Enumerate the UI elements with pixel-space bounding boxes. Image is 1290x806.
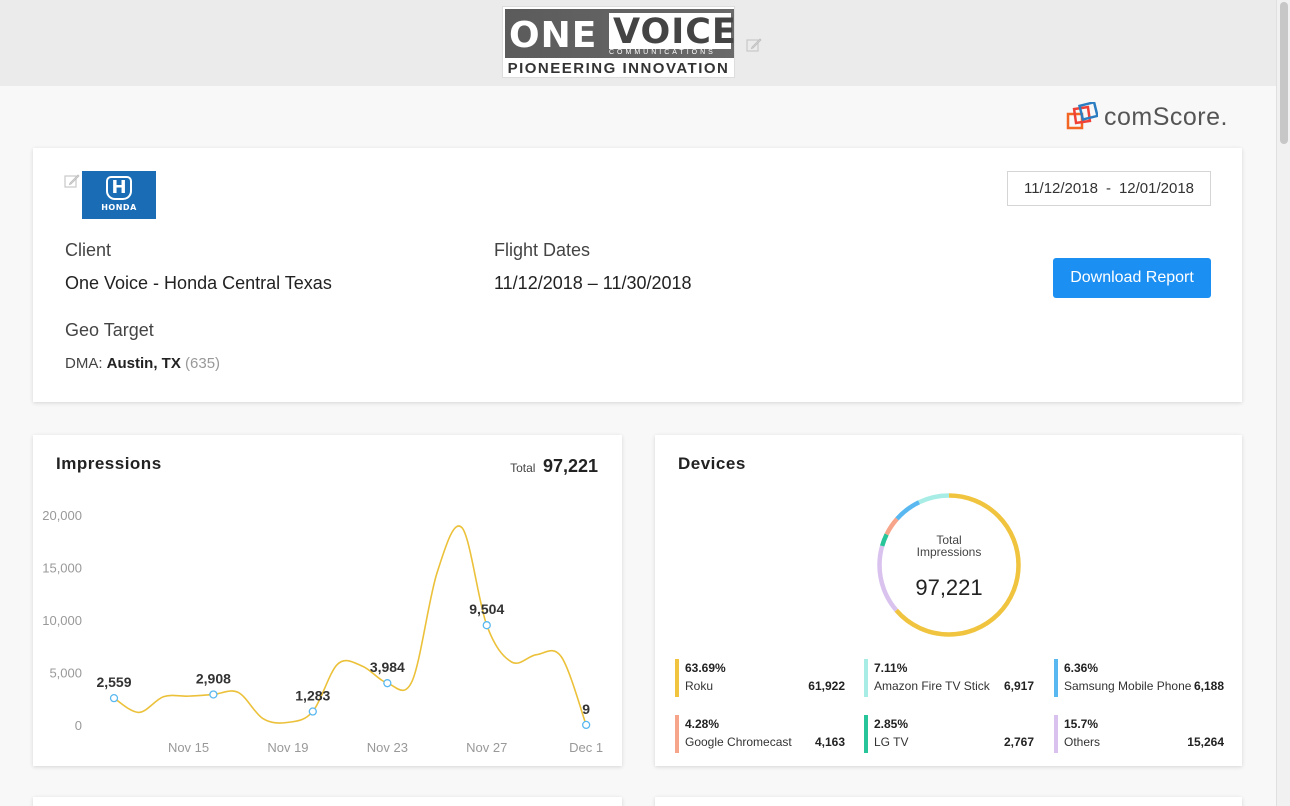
donut-label-line2: Impressions: [916, 545, 982, 559]
logo-voice-text: VOICE: [613, 12, 737, 52]
devices-card: Devices Total Impressions 97,221 63.69% R…: [655, 435, 1242, 766]
device-legend-item: 7.11% Amazon Fire TV Stick 6,917: [864, 659, 1034, 697]
dma-value: DMA: Austin, TX (635): [65, 355, 220, 372]
honda-h-icon: H: [106, 176, 132, 200]
legend-device-name: Google Chromecast: [685, 735, 792, 749]
legend-color-swatch: [864, 659, 868, 697]
impressions-series-line: [113, 525, 587, 726]
y-tick-label: 5,000: [49, 666, 82, 681]
x-tick-label: Nov 19: [267, 740, 308, 755]
data-point-label: 1,283: [295, 688, 330, 704]
device-legend-item: 6.36% Samsung Mobile Phone 6,188: [1054, 659, 1224, 697]
logo-tagline: PIONEERING INNOVATION: [507, 60, 730, 77]
y-tick-label: 20,000: [42, 508, 82, 523]
data-point-label: 2,908: [196, 670, 231, 686]
honda-logo: H HONDA: [82, 171, 156, 219]
legend-count: 61,922: [808, 679, 845, 693]
edit-logo-icon[interactable]: [746, 37, 762, 53]
device-legend-item: 4.28% Google Chromecast 4,163: [675, 715, 845, 753]
data-point-marker[interactable]: [482, 621, 491, 630]
dma-prefix: DMA:: [65, 355, 103, 372]
legend-percent: 6.36%: [1064, 661, 1099, 675]
data-point-marker[interactable]: [383, 679, 392, 688]
data-point-marker[interactable]: [582, 720, 591, 730]
donut-center-value: 97,221: [915, 575, 983, 600]
device-legend-item: 15.7% Others 15,264: [1054, 715, 1224, 753]
legend-count: 6,188: [1193, 679, 1224, 693]
y-tick-label: 0: [75, 718, 82, 733]
legend-percent: 2.85%: [874, 717, 909, 731]
edit-brand-logo-icon[interactable]: [64, 173, 80, 189]
dma-market: Austin, TX: [106, 355, 181, 372]
legend-device-name: Roku: [685, 679, 714, 693]
header-bar: ONE VOICE COMMUNICATIONS PIONEERING INNO…: [0, 0, 1276, 86]
geo-target-label: Geo Target: [65, 320, 154, 340]
data-point-marker[interactable]: [109, 693, 119, 703]
device-legend-item: 63.69% Roku 61,922: [675, 659, 845, 697]
data-point-marker[interactable]: [308, 707, 317, 716]
legend-color-swatch: [864, 715, 868, 753]
donut-center-label: Total Impressions: [875, 534, 1023, 558]
y-tick-label: 10,000: [42, 613, 82, 628]
legend-count: 6,917: [1003, 679, 1034, 693]
x-tick-label: Nov 23: [367, 740, 408, 755]
legend-device-name: Amazon Fire TV Stick: [874, 679, 990, 693]
date-range-picker[interactable]: 11/12/2018 - 12/01/2018: [1007, 171, 1211, 206]
scrollbar-thumb[interactable]: [1280, 2, 1288, 144]
data-point-label: 9,504: [469, 601, 504, 617]
legend-count: 2,767: [1003, 735, 1034, 749]
download-report-button[interactable]: Download Report: [1053, 258, 1211, 298]
page-scrollbar[interactable]: [1276, 0, 1290, 806]
legend-percent: 4.28%: [685, 717, 720, 731]
devices-title: Devices: [678, 454, 746, 473]
legend-device-name: LG TV: [874, 735, 909, 749]
date-range-end: 12/01/2018: [1118, 180, 1195, 197]
impressions-card: Impressions Total 97,221 20,000 15,000 10,…: [33, 435, 622, 766]
legend-percent: 7.11%: [874, 661, 908, 675]
legend-color-swatch: [1054, 659, 1058, 697]
legend-color-swatch: [675, 659, 679, 697]
data-point-label: 3,984: [370, 659, 405, 675]
data-point-label: 2,559: [96, 674, 131, 690]
comscore-wordmark: comScore.: [1104, 103, 1228, 131]
dma-code: (635): [185, 355, 221, 372]
legend-device-name: Others: [1064, 735, 1101, 749]
honda-wordmark: HONDA: [101, 203, 137, 212]
legend-count: 15,264: [1187, 735, 1224, 749]
x-tick-label: Nov 27: [466, 740, 507, 755]
x-tick-label: Nov 15: [168, 740, 209, 755]
data-point-marker[interactable]: [209, 690, 218, 699]
data-point-label: 9: [582, 701, 590, 717]
bottom-right-card: [655, 797, 1242, 806]
flight-dates-label: Flight Dates: [494, 240, 591, 260]
campaign-info-card: H HONDA Client One Voice - Honda Central…: [33, 148, 1242, 402]
one-voice-logo: ONE VOICE COMMUNICATIONS PIONEERING INNO…: [502, 6, 737, 78]
y-tick-label: 15,000: [42, 561, 82, 576]
logo-one-text: ONE: [509, 15, 598, 56]
flight-dates-value: 11/12/2018 – 11/30/2018: [494, 273, 692, 293]
device-legend-item: 2.85% LG TV 2,767: [864, 715, 1034, 753]
client-label: Client: [65, 240, 112, 260]
date-range-separator: -: [1105, 180, 1111, 197]
legend-count: 4,163: [814, 735, 845, 749]
client-value: One Voice - Honda Central Texas: [65, 273, 332, 293]
devices-donut-chart: [877, 493, 1021, 637]
date-range-start: 11/12/2018: [1023, 180, 1098, 197]
legend-color-swatch: [675, 715, 679, 753]
legend-percent: 63.69%: [685, 661, 726, 675]
logo-communications-text: COMMUNICATIONS: [609, 49, 716, 56]
bottom-left-card: [33, 797, 622, 806]
x-tick-label: Dec 1: [569, 740, 603, 755]
legend-percent: 15.7%: [1064, 717, 1099, 731]
legend-device-name: Samsung Mobile Phone: [1064, 679, 1192, 693]
legend-color-swatch: [1054, 715, 1058, 753]
comscore-mark-icon: [1066, 102, 1098, 130]
impressions-line-chart: 20,000 15,000 10,000 5,000 0 Nov 15 Nov 19 Nov …: [42, 508, 603, 755]
